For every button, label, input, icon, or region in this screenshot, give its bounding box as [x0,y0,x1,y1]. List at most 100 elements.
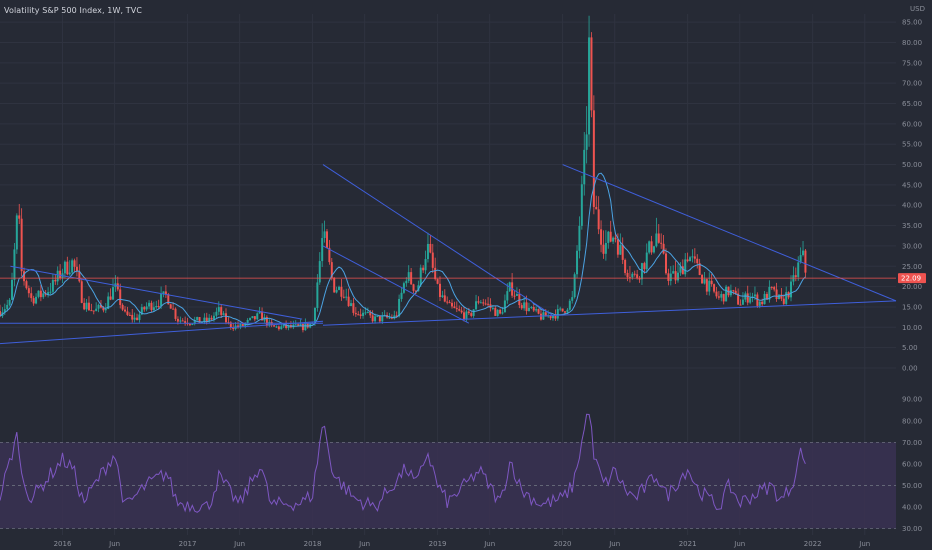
candle-body [749,297,752,303]
candle-body [566,309,569,313]
candle-body [660,242,663,244]
candle-body [590,37,593,111]
candle-body [494,307,497,316]
candle-body [595,206,598,210]
candle-body [443,295,446,302]
candle-body [325,231,328,248]
candle-body [323,231,326,239]
price-axis-tick-label: 35.00 [902,222,922,230]
candle-body [710,280,713,285]
candle-body [318,261,321,283]
candle-body [525,302,528,312]
rsi-axis-tick-label: 50.00 [902,482,922,490]
price-axis-tick-label: 65.00 [902,100,922,108]
candle-body [422,267,425,271]
candle-body [131,314,134,320]
candle-body [112,287,115,300]
candle-body [470,313,473,316]
candle-body [138,314,141,321]
candle-body [210,317,213,320]
candle-body [18,215,21,219]
candle-body [116,283,119,290]
candle-body [578,225,581,251]
price-axis-tick-label: 75.00 [902,59,922,67]
candle-body [381,315,384,322]
candle-body [463,312,466,320]
candle-body [220,307,223,315]
candle-body [20,218,23,272]
candle-body [713,284,716,292]
candle-body [477,301,480,303]
candle-body [241,324,244,326]
candle-body [338,286,341,290]
candle-body [513,295,516,297]
candle-body [196,317,199,320]
candle-body [614,237,617,240]
candle-body [27,288,30,294]
candle-body [756,294,759,306]
candle-body [104,309,107,311]
candle-body [212,315,215,320]
candle-body [705,279,708,292]
candle-body [374,316,377,322]
candle-body [484,303,487,305]
candle-body [294,324,297,326]
candle-body [633,273,636,275]
price-axis-tick-label: 0.00 [902,365,918,373]
trendline [0,320,324,345]
candle-body [87,302,90,311]
candle-body [782,298,785,304]
candle-body [215,311,218,316]
candle-body [405,280,408,284]
candle-body [333,277,336,293]
candle-body [30,293,33,299]
candle-body [431,252,434,268]
candle-body [366,311,369,313]
candle-body [345,296,348,298]
candle-body [648,241,651,253]
rsi-axis-tick-label: 80.00 [902,417,922,425]
candle-body [306,323,309,328]
candle-body [90,310,93,312]
candle-body [693,256,696,259]
candle-body [169,304,172,309]
candle-body [607,231,610,243]
candle-body [297,324,300,326]
chart-canvas[interactable]: 22.09 0.00 5.00 10.00 15.00 20.00 25.00 30.00 35… [0,0,932,550]
candle-body [157,305,160,307]
candle-body [758,301,761,306]
candle-body [188,324,191,326]
candle-body [51,279,54,292]
price-axis-tick-label: 50.00 [902,161,922,169]
candle-body [434,267,437,280]
candle-body [592,110,595,207]
candle-body [436,279,439,284]
candle-body [662,243,665,254]
candle-body [790,281,793,298]
candle-body [85,302,88,310]
rsi-axis-tick-label: 70.00 [902,439,922,447]
candle-body [580,184,583,226]
candle-body [121,304,124,310]
candle-body [802,250,805,256]
candle-body [770,286,773,288]
candle-body [467,311,470,314]
candle-body [794,275,797,277]
time-axis-tick-label: Jun [108,540,120,548]
candle-body [482,302,485,304]
candle-body [501,312,504,314]
candle-body [453,306,456,309]
candle-body [426,243,429,260]
candle-body [313,307,316,324]
candle-body [612,237,615,242]
candle-body [684,259,687,275]
candle-body [669,273,672,281]
time-axis-tick-label: 2016 [54,540,72,548]
candle-body [703,279,706,284]
candle-body [491,307,494,309]
candle-body [412,284,415,291]
time-axis-tick-label: 2022 [804,540,822,548]
candle-body [376,316,379,318]
candle-body [73,260,76,267]
trendline [322,245,470,324]
